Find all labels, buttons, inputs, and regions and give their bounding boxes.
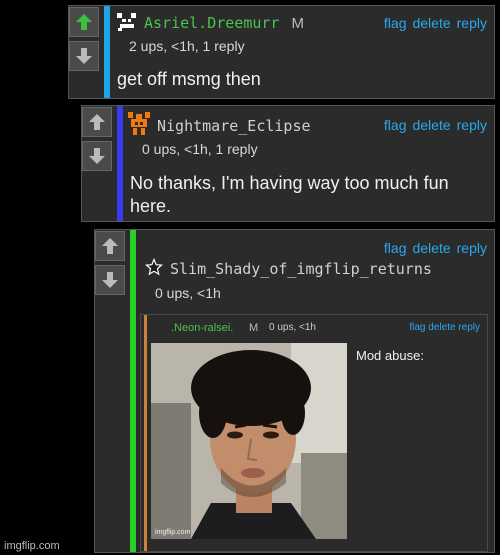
upvote-button[interactable] — [69, 7, 99, 37]
up-arrow-icon — [89, 114, 105, 130]
photo-watermark: imgflip.com — [155, 529, 191, 536]
embedded-delete: delete — [428, 322, 456, 333]
downvote-button[interactable] — [82, 141, 112, 171]
embedded-text: Mod abuse: — [356, 348, 424, 363]
upvote-button[interactable] — [82, 107, 112, 137]
flag-link[interactable]: flag — [384, 15, 407, 31]
comment-meta: 0 ups, <1h — [155, 285, 221, 301]
embedded-flag: flag — [409, 322, 426, 333]
username[interactable]: Slim_Shady_of_imgflip_returns — [170, 260, 432, 278]
comment-actions: flag delete reply — [378, 240, 487, 256]
downvote-button[interactable] — [69, 41, 99, 71]
comment-text: No thanks, I'm having way too much fun h… — [130, 173, 449, 216]
comment-text: get off msmg then — [117, 69, 261, 89]
delete-link[interactable]: delete — [412, 240, 450, 256]
reply-link[interactable]: reply — [457, 240, 487, 256]
embedded-actions: flag delete reply — [409, 322, 480, 333]
avatar — [127, 111, 151, 137]
site-watermark: imgflip.com — [4, 540, 60, 552]
flag-link[interactable]: flag — [384, 240, 407, 256]
goat-face-icon — [117, 13, 136, 31]
upvote-button[interactable] — [95, 231, 125, 261]
embedded-meta: 0 ups, <1h — [269, 322, 316, 333]
comment-accent-bar — [130, 230, 136, 552]
comment-3: flag delete reply Slim_Shady_of_imgflip_re… — [94, 229, 495, 553]
up-arrow-icon — [76, 14, 92, 30]
embedded-mod-badge: M — [249, 322, 259, 334]
comment-1: Asriel.Dreemurr M flag delete reply 2 ups, … — [68, 5, 495, 99]
embedded-accent-bar — [144, 315, 147, 551]
comment-accent-bar — [104, 6, 110, 98]
portrait-illustration — [151, 343, 347, 539]
comment-accent-bar — [117, 106, 123, 221]
star-icon — [145, 257, 163, 276]
portrait-photo: imgflip.com — [151, 343, 347, 539]
mod-badge: M — [291, 15, 304, 32]
down-arrow-icon — [76, 48, 92, 64]
reply-link[interactable]: reply — [457, 15, 487, 31]
username-text[interactable]: Nightmare_Eclipse — [157, 117, 311, 135]
username[interactable]: Nightmare_Eclipse — [157, 117, 311, 135]
comment-actions: flag delete reply — [378, 15, 487, 31]
delete-link[interactable]: delete — [412, 15, 450, 31]
delete-link[interactable]: delete — [412, 117, 450, 133]
reply-link[interactable]: reply — [457, 117, 487, 133]
username[interactable]: Asriel.Dreemurr M — [144, 14, 304, 32]
flag-link[interactable]: flag — [384, 117, 407, 133]
down-arrow-icon — [102, 272, 118, 288]
comment-actions: flag delete reply — [378, 117, 487, 133]
up-arrow-icon — [102, 238, 118, 254]
down-arrow-icon — [89, 148, 105, 164]
comment-meta: 2 ups, <1h, 1 reply — [129, 38, 245, 54]
embedded-comment-image: .Neon-ralsei. M 0 ups, <1h flag delete r… — [140, 314, 488, 552]
pixel-creature-icon — [128, 112, 150, 135]
comment-2: Nightmare_Eclipse flag delete reply 0 ups,… — [81, 105, 495, 222]
downvote-button[interactable] — [95, 265, 125, 295]
avatar — [145, 257, 163, 276]
username-text[interactable]: Slim_Shady_of_imgflip_returns — [170, 260, 432, 278]
embedded-username: .Neon-ralsei. — [171, 322, 234, 334]
username-text[interactable]: Asriel.Dreemurr — [144, 14, 279, 32]
comment-meta: 0 ups, <1h, 1 reply — [142, 141, 258, 157]
embedded-reply: reply — [458, 322, 480, 333]
avatar — [116, 11, 138, 33]
